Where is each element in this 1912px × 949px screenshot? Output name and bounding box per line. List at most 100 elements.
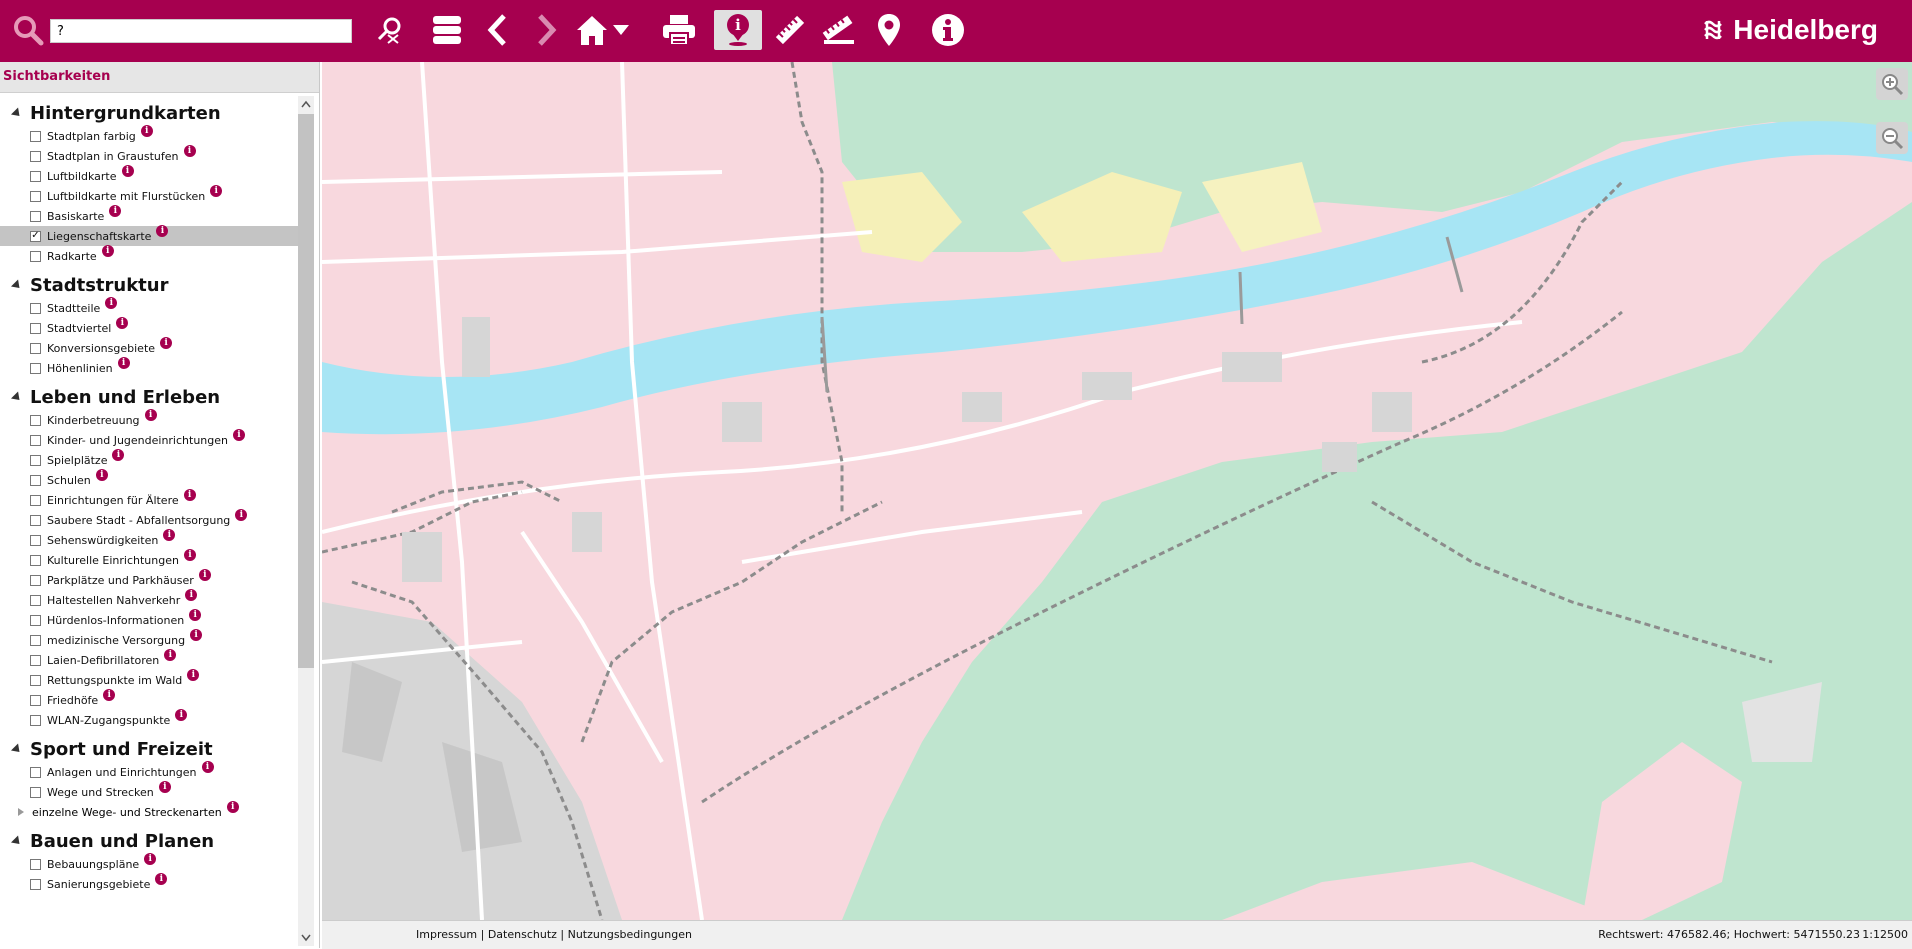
home-icon[interactable] — [574, 10, 634, 50]
layer-info-icon[interactable]: i — [121, 165, 134, 177]
layer-item[interactable]: Stadtplan in Graustufen i — [0, 145, 298, 166]
layer-panel-scrollbar[interactable] — [298, 96, 314, 946]
collapse-triangle-icon[interactable] — [10, 278, 24, 292]
layer-checkbox[interactable] — [30, 302, 41, 314]
layer-item[interactable]: medizinische Versorgung i — [0, 629, 298, 650]
layer-checkbox[interactable] — [30, 694, 41, 706]
layer-group-title[interactable]: Leben und Erleben — [0, 384, 298, 410]
layer-item[interactable]: Kulturelle Einrichtungen i — [0, 549, 298, 570]
layer-info-icon[interactable]: i — [103, 689, 116, 701]
search-input[interactable] — [50, 19, 352, 43]
layer-info-icon[interactable]: i — [101, 245, 114, 257]
back-icon[interactable] — [484, 10, 510, 50]
print-icon[interactable] — [660, 10, 698, 50]
layer-checkbox[interactable] — [30, 634, 41, 646]
layer-checkbox[interactable] — [30, 514, 41, 526]
layer-item[interactable]: Stadtteile i — [0, 297, 298, 318]
layer-checkbox[interactable] — [30, 322, 41, 334]
layer-item[interactable]: Bebauungspläne i — [0, 853, 298, 874]
measure-area-icon[interactable] — [820, 10, 858, 50]
layer-info-icon[interactable]: i — [164, 649, 177, 661]
layer-info-icon[interactable]: i — [183, 549, 196, 561]
layer-tree[interactable]: Hintergrundkarten Stadtplan farbig i Stadtp… — [0, 94, 298, 944]
footer-links[interactable]: Impressum | Datenschutz | Nutzungsbeding… — [416, 928, 692, 941]
measure-distance-icon[interactable] — [772, 10, 808, 50]
layer-item[interactable]: Radkarte i — [0, 245, 298, 266]
layer-item[interactable]: Anlagen und Einrichtungen i — [0, 761, 298, 782]
layer-group-title[interactable]: Hintergrundkarten — [0, 100, 298, 126]
layer-checkbox[interactable] — [30, 414, 41, 426]
layer-info-icon[interactable]: i — [155, 873, 168, 885]
layer-info-icon[interactable]: i — [112, 449, 125, 461]
layer-item[interactable]: Wege und Strecken i — [0, 781, 298, 802]
layer-item[interactable]: Friedhöfe i — [0, 689, 298, 710]
layer-checkbox[interactable] — [30, 130, 41, 142]
collapse-triangle-icon[interactable] — [10, 834, 24, 848]
layer-info-icon[interactable]: i — [198, 569, 211, 581]
layer-info-icon[interactable]: i — [105, 297, 118, 309]
layer-subgroup[interactable]: einzelne Wege- und Streckenarten i — [0, 801, 298, 822]
layer-item[interactable]: Höhenlinien i — [0, 357, 298, 378]
layer-item[interactable]: Rettungspunkte im Wald i — [0, 669, 298, 690]
layer-group-title[interactable]: Sport und Freizeit — [0, 736, 298, 762]
layer-checkbox[interactable] — [30, 150, 41, 162]
layer-checkbox[interactable] — [30, 574, 41, 586]
layer-checkbox[interactable] — [30, 534, 41, 546]
layer-item[interactable]: ✓ Liegenschaftskarte i — [0, 225, 298, 246]
layer-info-icon[interactable]: i — [163, 529, 176, 541]
layer-checkbox[interactable] — [30, 554, 41, 566]
layer-item[interactable]: Einrichtungen für Ältere i — [0, 489, 298, 510]
layer-info-icon[interactable]: i — [233, 429, 245, 441]
layer-info-icon[interactable]: i — [158, 781, 171, 793]
layer-info-icon[interactable]: i — [210, 185, 223, 197]
layer-item[interactable]: Stadtplan farbig i — [0, 125, 298, 146]
zoom-out-icon[interactable] — [1876, 122, 1908, 154]
layer-info-icon[interactable]: i — [144, 409, 157, 421]
layer-item[interactable]: Luftbildkarte mit Flurstücken i — [0, 185, 298, 206]
layer-checkbox[interactable] — [30, 786, 41, 798]
map-canvas[interactable] — [322, 62, 1912, 920]
layer-checkbox[interactable] — [30, 594, 41, 606]
layer-item[interactable]: Konversionsgebiete i — [0, 337, 298, 358]
layer-info-icon[interactable]: i — [190, 629, 203, 641]
layer-checkbox[interactable] — [30, 766, 41, 778]
layer-checkbox[interactable] — [30, 858, 41, 870]
layer-checkbox[interactable] — [30, 714, 41, 726]
layer-checkbox[interactable] — [30, 190, 41, 202]
scroll-thumb[interactable] — [298, 114, 314, 668]
layer-item[interactable]: Haltestellen Nahverkehr i — [0, 589, 298, 610]
layer-item[interactable]: Sanierungsgebiete i — [0, 873, 298, 894]
layer-info-icon[interactable]: i — [140, 125, 153, 137]
layer-info-icon[interactable]: i — [185, 589, 198, 601]
expand-triangle-icon[interactable] — [18, 808, 24, 816]
about-icon[interactable] — [930, 10, 966, 50]
layer-info-icon[interactable]: i — [109, 205, 122, 217]
layer-group-title[interactable]: Stadtstruktur — [0, 272, 298, 298]
layer-item[interactable]: Stadtviertel i — [0, 317, 298, 338]
forward-icon[interactable] — [534, 10, 560, 50]
scroll-up-icon[interactable] — [298, 96, 314, 112]
layer-info-icon[interactable]: i — [175, 709, 188, 721]
layer-item[interactable]: Parkplätze und Parkhäuser i — [0, 569, 298, 590]
layer-info-icon[interactable]: i — [156, 225, 169, 237]
scroll-down-icon[interactable] — [298, 930, 314, 946]
map-view[interactable] — [322, 62, 1912, 920]
layer-info-icon[interactable]: i — [183, 489, 196, 501]
layer-item[interactable]: Kinderbetreuung i — [0, 409, 298, 430]
layer-info-icon[interactable]: i — [160, 337, 173, 349]
layer-checkbox[interactable] — [30, 170, 41, 182]
layer-checkbox[interactable] — [30, 434, 41, 446]
layer-checkbox[interactable] — [30, 210, 41, 222]
layer-info-icon[interactable]: i — [116, 317, 129, 329]
layer-info-icon[interactable]: i — [144, 853, 157, 865]
layer-info-icon[interactable]: i — [235, 509, 248, 521]
layer-item[interactable]: Laien-Defibrillatoren i — [0, 649, 298, 670]
layer-item[interactable]: Luftbildkarte i — [0, 165, 298, 186]
collapse-triangle-icon[interactable] — [10, 742, 24, 756]
layer-item[interactable]: Kinder- und Jugendeinrichtungen i — [0, 429, 298, 450]
layer-item[interactable]: Sehenswürdigkeiten i — [0, 529, 298, 550]
layer-checkbox[interactable] — [30, 474, 41, 486]
layer-checkbox[interactable] — [30, 454, 41, 466]
layer-info-icon[interactable]: i — [183, 145, 196, 157]
layer-info-icon[interactable]: i — [95, 469, 108, 481]
